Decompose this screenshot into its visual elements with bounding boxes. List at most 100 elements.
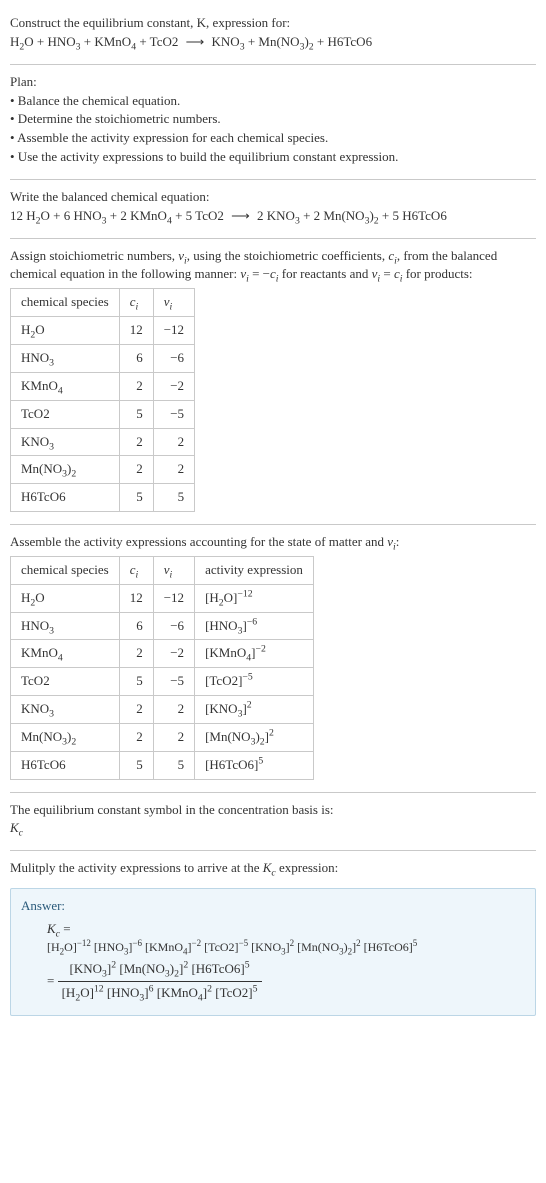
cell-c: 5: [119, 484, 153, 512]
kc-fraction: [KNO3]2 [Mn(NO3)2]2 [H6TcO6]5 [H2O]12 [H…: [58, 960, 262, 1003]
cell-species: H6TcO6: [11, 751, 120, 779]
answer-body: Kc = [H2O]−12 [HNO3]−6 [KMnO4]−2 [TcO2]−…: [21, 916, 525, 1003]
cell-v: 2: [153, 428, 194, 456]
cell-activity: [KMnO4]−2: [195, 640, 314, 668]
divider-5: [10, 792, 536, 793]
cell-activity: [HNO3]−6: [195, 612, 314, 640]
symbol-block: The equilibrium constant symbol in the c…: [10, 795, 536, 849]
cell-c: 5: [119, 668, 153, 696]
cell-c: 5: [119, 400, 153, 428]
answer-box: Answer: Kc = [H2O]−12 [HNO3]−6 [KMnO4]−2…: [10, 888, 536, 1016]
kc-denominator: [H2O]12 [HNO3]6 [KMnO4]2 [TcO2]5: [58, 982, 262, 1003]
cell-species: HNO3: [11, 344, 120, 372]
cell-v: 2: [153, 723, 194, 751]
kc-line1: Kc =: [47, 920, 525, 939]
unbalanced-equation: H2O + HNO3 + KMnO4 + TcO2 ⟶ KNO3 + Mn(NO…: [10, 33, 536, 52]
cell-v: 5: [153, 751, 194, 779]
multiply-text: Mulitply the activity expressions to arr…: [10, 859, 536, 878]
cell-v: −6: [153, 344, 194, 372]
cell-v: −12: [153, 584, 194, 612]
cell-species: Mn(NO3)2: [11, 456, 120, 484]
balanced-block: Write the balanced chemical equation: 12…: [10, 182, 536, 236]
table-row: H2O 12 −12 [H2O]−12: [11, 584, 314, 612]
divider-4: [10, 524, 536, 525]
cell-v: −2: [153, 640, 194, 668]
table-row: TcO2 5 −5 [TcO2]−5: [11, 668, 314, 696]
th-vi: νi: [153, 289, 194, 317]
cell-v: −5: [153, 668, 194, 696]
divider-2: [10, 179, 536, 180]
cell-v: 5: [153, 484, 194, 512]
table-header-row: chemical species ci νi: [11, 289, 195, 317]
activity-intro: Assemble the activity expressions accoun…: [10, 533, 536, 552]
page-root: Construct the equilibrium constant, K, e…: [0, 0, 546, 1036]
balanced-title: Write the balanced chemical equation:: [10, 188, 536, 207]
cell-c: 12: [119, 317, 153, 345]
cell-c: 2: [119, 640, 153, 668]
table-header-row: chemical species ci νi activity expressi…: [11, 556, 314, 584]
th-ci: ci: [119, 556, 153, 584]
divider-1: [10, 64, 536, 65]
th-species: chemical species: [11, 556, 120, 584]
cell-species: Mn(NO3)2: [11, 723, 120, 751]
table-row: Mn(NO3)2 2 2: [11, 456, 195, 484]
stoich-table: chemical species ci νi H2O 12 −12 HNO3 6…: [10, 288, 195, 512]
cell-c: 6: [119, 612, 153, 640]
plan-item-2: • Determine the stoichiometric numbers.: [10, 110, 536, 129]
plan-item-1: • Balance the chemical equation.: [10, 92, 536, 111]
kc-numerator: [KNO3]2 [Mn(NO3)2]2 [H6TcO6]5: [58, 960, 262, 982]
cell-c: 2: [119, 372, 153, 400]
plan-item-3: • Assemble the activity expression for e…: [10, 129, 536, 148]
equals-sign: =: [47, 973, 54, 988]
cell-v: −2: [153, 372, 194, 400]
table-row: HNO3 6 −6 [HNO3]−6: [11, 612, 314, 640]
balanced-equation: 12 H2O + 6 HNO3 + 2 KMnO4 + 5 TcO2 ⟶ 2 K…: [10, 207, 536, 226]
table-row: KMnO4 2 −2: [11, 372, 195, 400]
cell-v: 2: [153, 456, 194, 484]
cell-species: KNO3: [11, 428, 120, 456]
cell-c: 2: [119, 428, 153, 456]
cell-species: H2O: [11, 317, 120, 345]
cell-species: H2O: [11, 584, 120, 612]
th-activity: activity expression: [195, 556, 314, 584]
symbol-kc: Kc: [10, 819, 536, 838]
symbol-text: The equilibrium constant symbol in the c…: [10, 801, 536, 820]
cell-species: TcO2: [11, 668, 120, 696]
cell-v: 2: [153, 696, 194, 724]
cell-c: 12: [119, 584, 153, 612]
plan-block: Plan: • Balance the chemical equation. •…: [10, 67, 536, 177]
th-ci: ci: [119, 289, 153, 317]
table-row: H6TcO6 5 5 [H6TcO6]5: [11, 751, 314, 779]
cell-activity: [KNO3]2: [195, 696, 314, 724]
cell-c: 2: [119, 696, 153, 724]
cell-c: 6: [119, 344, 153, 372]
multiply-block: Mulitply the activity expressions to arr…: [10, 853, 536, 880]
cell-c: 5: [119, 751, 153, 779]
table-row: TcO2 5 −5: [11, 400, 195, 428]
cell-species: HNO3: [11, 612, 120, 640]
table-row: HNO3 6 −6: [11, 344, 195, 372]
kc-product-line: [H2O]−12 [HNO3]−6 [KMnO4]−2 [TcO2]−5 [KN…: [47, 939, 525, 956]
cell-activity: [Mn(NO3)2]2: [195, 723, 314, 751]
activity-block: Assemble the activity expressions accoun…: [10, 527, 536, 790]
table-row: KNO3 2 2 [KNO3]2: [11, 696, 314, 724]
assign-block: Assign stoichiometric numbers, νi, using…: [10, 241, 536, 522]
cell-v: −5: [153, 400, 194, 428]
cell-activity: [TcO2]−5: [195, 668, 314, 696]
cell-activity: [H2O]−12: [195, 584, 314, 612]
cell-species: TcO2: [11, 400, 120, 428]
table-row: H6TcO6 5 5: [11, 484, 195, 512]
divider-6: [10, 850, 536, 851]
problem-header: Construct the equilibrium constant, K, e…: [10, 8, 536, 62]
cell-activity: [H6TcO6]5: [195, 751, 314, 779]
plan-title: Plan:: [10, 73, 536, 92]
table-row: KNO3 2 2: [11, 428, 195, 456]
th-vi: νi: [153, 556, 194, 584]
th-species: chemical species: [11, 289, 120, 317]
kc-fraction-line: = [KNO3]2 [Mn(NO3)2]2 [H6TcO6]5 [H2O]12 …: [47, 960, 525, 1003]
cell-v: −6: [153, 612, 194, 640]
table-row: H2O 12 −12: [11, 317, 195, 345]
cell-species: H6TcO6: [11, 484, 120, 512]
table-row: KMnO4 2 −2 [KMnO4]−2: [11, 640, 314, 668]
cell-species: KMnO4: [11, 640, 120, 668]
